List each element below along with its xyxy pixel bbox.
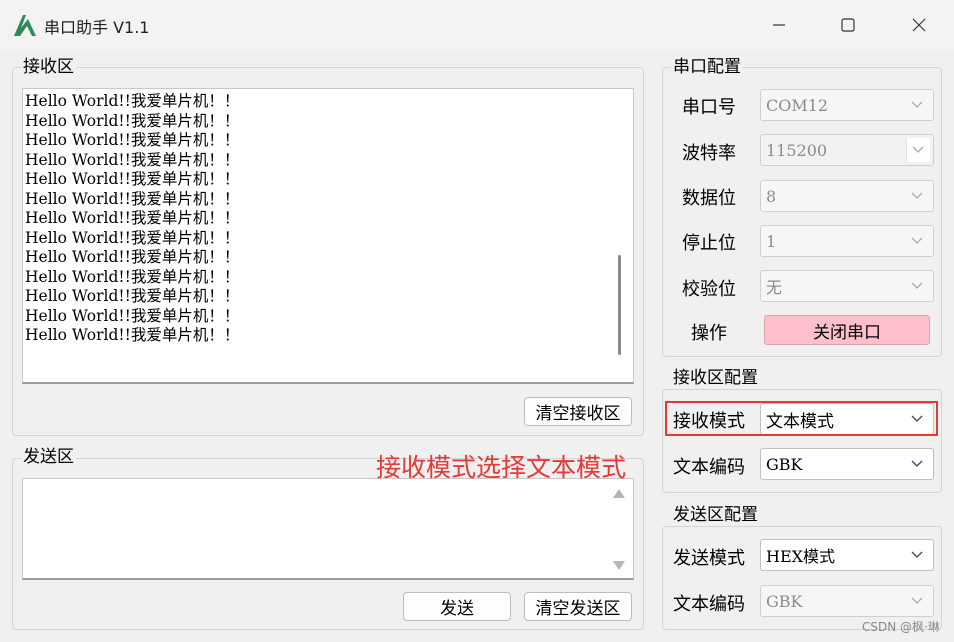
send-textarea[interactable] bbox=[22, 478, 634, 580]
receive-encoding-value: GBK bbox=[766, 454, 803, 474]
stopbits-value: 1 bbox=[766, 231, 777, 251]
databits-value: 8 bbox=[766, 186, 777, 206]
chevron-down-icon bbox=[912, 146, 924, 153]
databits-label: 数据位 bbox=[682, 188, 736, 209]
chevron-down-icon bbox=[911, 282, 923, 289]
port-label: 串口号 bbox=[682, 97, 736, 118]
highlight-box bbox=[665, 401, 938, 436]
send-group-title: 发送区 bbox=[21, 447, 76, 467]
receive-line: Hello World!!我爱单片机！！ bbox=[25, 92, 240, 110]
send-encoding-label: 文本编码 bbox=[673, 594, 745, 615]
receive-line: Hello World!!我爱单片机！！ bbox=[25, 228, 240, 247]
receive-line: Hello World!!我爱单片机！！ bbox=[25, 111, 240, 130]
receive-textarea[interactable]: Hello World!!我爱单片机！！ Hello World!!我爱单片机！！… bbox=[22, 88, 634, 384]
receive-config-title: 接收区配置 bbox=[671, 368, 760, 388]
baud-select[interactable]: 115200 bbox=[760, 134, 934, 166]
receive-line: Hello World!!我爱单片机！！ bbox=[25, 170, 240, 188]
scroll-down-arrow-icon[interactable] bbox=[613, 561, 625, 570]
baud-dropdown-button[interactable] bbox=[906, 138, 930, 162]
parity-select[interactable]: 无 bbox=[760, 270, 934, 302]
port-value: COM12 bbox=[766, 95, 829, 115]
receive-line: Hello World!!我爱单片机！！ bbox=[25, 306, 240, 325]
minimize-icon bbox=[773, 24, 785, 26]
baud-label: 波特率 bbox=[682, 143, 736, 164]
chevron-down-icon bbox=[911, 101, 923, 108]
chevron-down-icon bbox=[911, 460, 923, 467]
receive-line: Hello World!!我爱单片机！！ bbox=[25, 131, 240, 149]
chevron-down-icon bbox=[911, 551, 923, 558]
chevron-down-icon bbox=[911, 192, 923, 199]
stopbits-label: 停止位 bbox=[682, 233, 736, 254]
close-button[interactable] bbox=[884, 0, 954, 50]
receive-lines: Hello World!!我爱单片机！！ Hello World!!我爱单片机！！… bbox=[25, 92, 239, 346]
receive-line: Hello World!!我爱单片机！！ bbox=[25, 287, 240, 305]
minimize-button[interactable] bbox=[744, 0, 814, 50]
action-label: 操作 bbox=[691, 323, 727, 344]
receive-scrollbar[interactable] bbox=[618, 255, 621, 355]
serial-config-title: 串口配置 bbox=[671, 57, 743, 77]
send-button[interactable]: 发送 bbox=[403, 592, 511, 621]
chevron-down-icon bbox=[911, 237, 923, 244]
chevron-down-icon bbox=[911, 597, 923, 604]
close-port-button[interactable]: 关闭串口 bbox=[764, 315, 930, 345]
maximize-button[interactable] bbox=[813, 0, 883, 50]
receive-line: Hello World!!我爱单片机！！ bbox=[25, 267, 240, 286]
send-encoding-value: GBK bbox=[766, 591, 803, 611]
receive-encoding-label: 文本编码 bbox=[673, 457, 745, 478]
window-title: 串口助手 V1.1 bbox=[44, 18, 150, 37]
receive-encoding-select[interactable]: GBK bbox=[760, 448, 934, 480]
watermark: CSDN @枫·琳 bbox=[862, 620, 940, 634]
send-mode-label: 发送模式 bbox=[673, 548, 745, 569]
maximize-icon bbox=[841, 18, 855, 32]
title-bar[interactable]: 串口助手 V1.1 bbox=[0, 0, 954, 50]
receive-line: Hello World!!我爱单片机！！ bbox=[25, 150, 240, 169]
send-encoding-select[interactable]: GBK bbox=[760, 585, 934, 617]
send-mode-select[interactable]: HEX模式 bbox=[760, 539, 934, 571]
receive-line: Hello World!!我爱单片机！！ bbox=[25, 209, 240, 227]
databits-select[interactable]: 8 bbox=[760, 180, 934, 212]
parity-label: 校验位 bbox=[682, 279, 736, 300]
receive-line: Hello World!!我爱单片机！！ bbox=[25, 248, 240, 266]
receive-line: Hello World!!我爱单片机！！ bbox=[25, 326, 240, 344]
scroll-up-arrow-icon[interactable] bbox=[613, 489, 625, 498]
clear-send-button[interactable]: 清空发送区 bbox=[524, 592, 632, 621]
stopbits-select[interactable]: 1 bbox=[760, 225, 934, 257]
port-select[interactable]: COM12 bbox=[760, 89, 934, 121]
close-icon bbox=[912, 18, 926, 32]
baud-value: 115200 bbox=[766, 140, 828, 160]
send-mode-value: HEX模式 bbox=[766, 547, 836, 566]
send-config-title: 发送区配置 bbox=[671, 505, 760, 525]
receive-group-title: 接收区 bbox=[21, 57, 76, 77]
annotation-text: 接收模式选择文本模式 bbox=[376, 453, 627, 482]
app-logo-icon bbox=[12, 12, 38, 38]
receive-line: Hello World!!我爱单片机！！ bbox=[25, 189, 240, 208]
parity-value: 无 bbox=[766, 278, 783, 297]
clear-receive-button[interactable]: 清空接收区 bbox=[524, 397, 632, 426]
